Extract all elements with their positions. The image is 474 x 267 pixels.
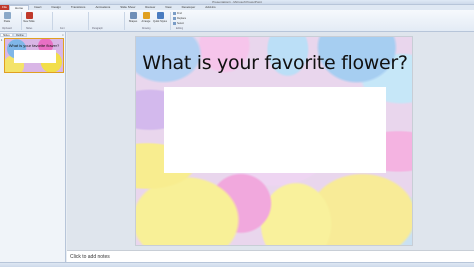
group-separator (52, 12, 53, 30)
slide-number: 1 (1, 39, 3, 42)
slides-panel: Slides Outline × 1 What is your favorite… (0, 32, 66, 262)
slide-editor: What is your favorite flower? (67, 32, 474, 250)
close-icon[interactable]: × (62, 33, 64, 37)
notes-placeholder: Click to add notes (70, 254, 110, 260)
notes-pane[interactable]: Click to add notes (67, 250, 474, 262)
thumbnail-content-box (14, 50, 56, 63)
group-label-font: Font (60, 28, 65, 30)
quick-styles-label: Quick Styles (153, 20, 167, 23)
find-icon (173, 12, 176, 15)
group-separator (21, 12, 22, 30)
replace-label: Replace (177, 17, 187, 20)
find-label: Find (177, 12, 182, 15)
quick-styles-icon (156, 12, 164, 19)
slide-thumbnail[interactable]: What is your favorite flower? (4, 38, 64, 73)
paste-icon (3, 12, 11, 19)
group-label-paragraph: Paragraph (92, 28, 103, 30)
panel-tabs: Slides Outline (0, 33, 27, 37)
shapes-icon (129, 12, 137, 19)
arrange-label: Arrange (141, 20, 151, 23)
replace-icon (173, 17, 176, 20)
group-label-editing: Editing (176, 28, 184, 30)
content-placeholder[interactable] (164, 87, 386, 173)
new-slide-label: New Slide (23, 20, 35, 23)
group-separator (88, 12, 89, 30)
select-label: Select (177, 22, 184, 25)
ribbon: Paste Clipboard New Slide Slides Font Pa… (0, 10, 474, 32)
replace-button[interactable]: Replace (173, 17, 186, 20)
new-slide-icon (25, 12, 33, 19)
group-label-clipboard: Clipboard (2, 28, 12, 30)
select-button[interactable]: Select (173, 22, 184, 25)
group-label-drawing: Drawing (142, 28, 151, 30)
arrange-button[interactable]: Arrange (140, 11, 152, 28)
shapes-label: Shapes (128, 20, 138, 23)
thumbnail-title: What is your favorite flower? (8, 43, 60, 48)
group-separator (124, 12, 125, 30)
arrange-icon (142, 12, 150, 19)
paste-button[interactable]: Paste (1, 11, 13, 28)
select-icon (173, 22, 176, 25)
quick-styles-button[interactable]: Quick Styles (153, 11, 167, 28)
group-separator (170, 12, 171, 30)
slide-canvas[interactable]: What is your favorite flower? (135, 36, 413, 246)
new-slide-button[interactable]: New Slide (23, 11, 35, 28)
slide-title[interactable]: What is your favorite flower? (136, 52, 412, 74)
paste-label: Paste (3, 20, 11, 23)
find-button[interactable]: Find (173, 12, 182, 15)
group-label-slides: Slides (26, 28, 33, 30)
tab-slides[interactable]: Slides (0, 33, 13, 37)
status-bar (0, 262, 474, 267)
tab-outline[interactable]: Outline (12, 33, 27, 37)
shapes-button[interactable]: Shapes (127, 11, 139, 28)
